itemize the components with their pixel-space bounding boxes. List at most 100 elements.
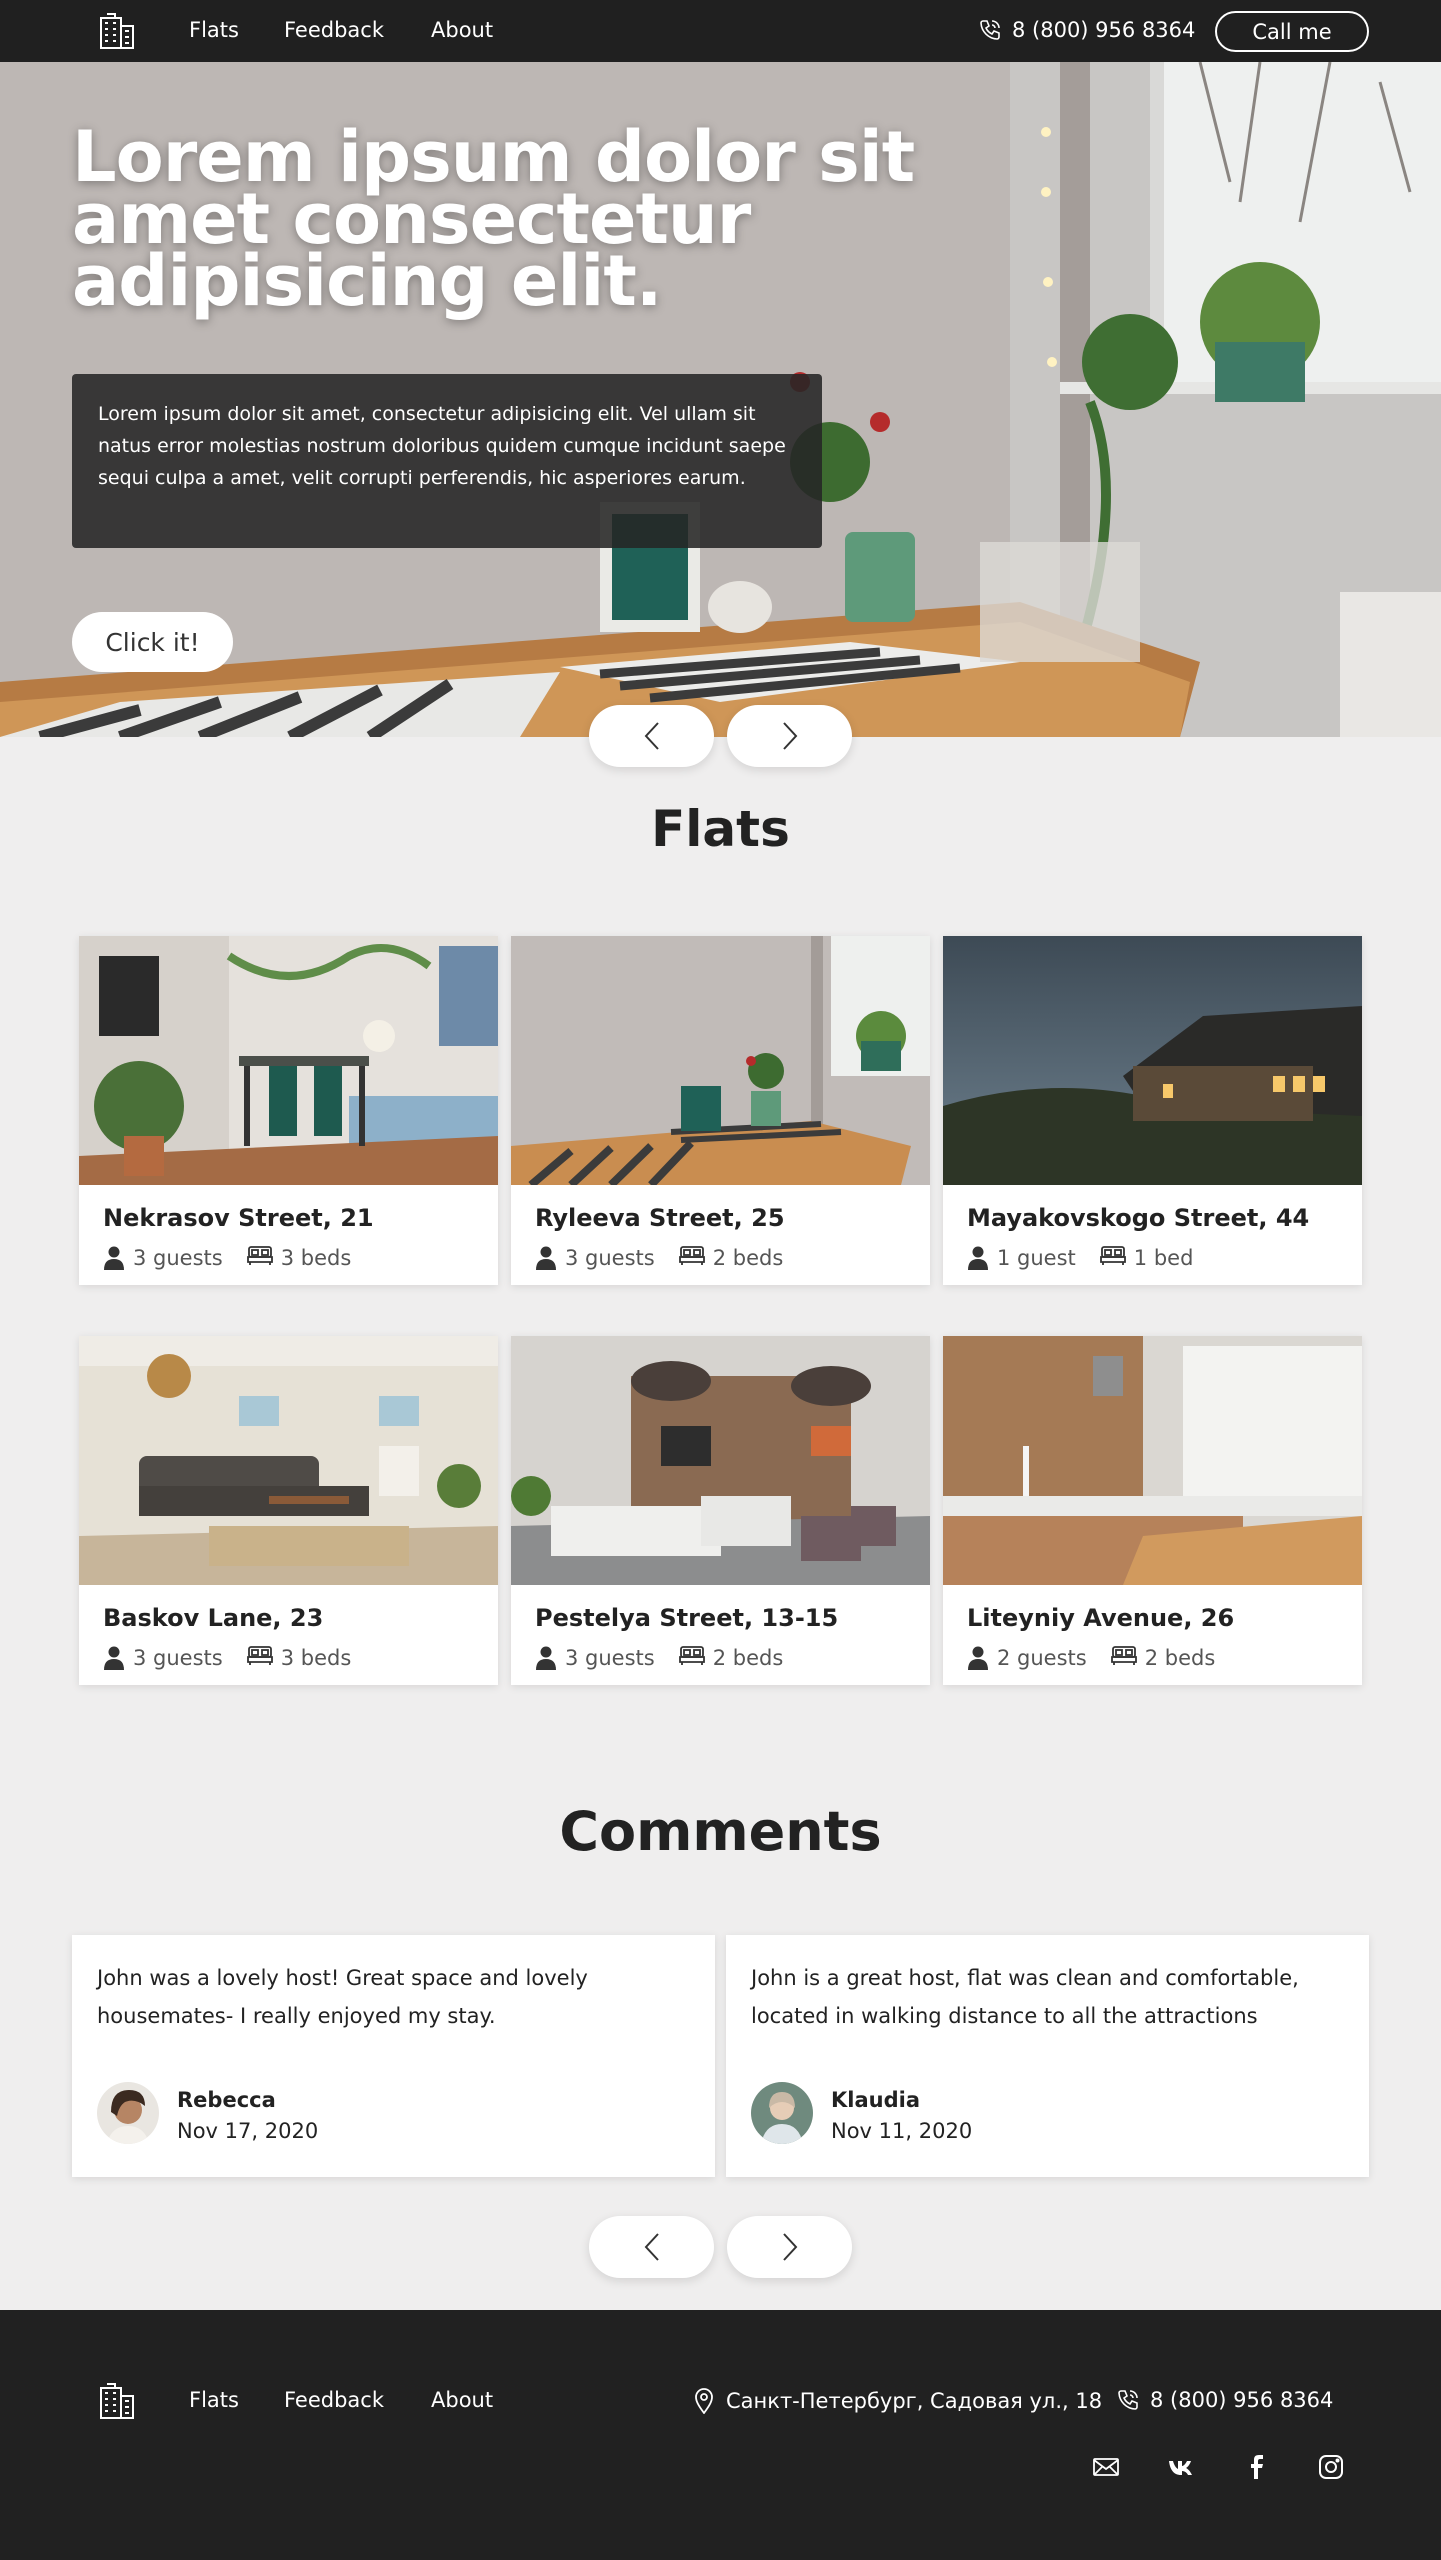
vk-icon (1169, 2461, 1192, 2475)
building-logo-icon[interactable] (97, 2382, 137, 2420)
avatar (751, 2082, 813, 2144)
flat-address: Liteyniy Avenue, 26 (967, 1604, 1235, 1632)
bed-icon (246, 1646, 273, 1665)
chevron-left-icon (644, 2233, 659, 2261)
guest-count: 3 guests (565, 1245, 655, 1270)
guest-count: 3 guests (133, 1645, 223, 1670)
guest-icon (536, 1646, 556, 1670)
flat-card[interactable]: Nekrasov Street, 21 3 guests 3 beds (79, 936, 498, 1285)
flat-photo (79, 1336, 498, 1585)
comment-author: Rebecca (177, 2088, 276, 2112)
flat-address: Mayakovskogo Street, 44 (967, 1204, 1310, 1232)
flat-card[interactable]: Liteyniy Avenue, 26 2 guests 2 beds (943, 1336, 1362, 1685)
flat-photo (943, 936, 1362, 1185)
facebook-icon (1251, 2455, 1263, 2479)
bed-count: 2 beds (1144, 1645, 1216, 1670)
bed-count: 2 beds (712, 1245, 784, 1270)
flat-meta: 2 guests 2 beds (967, 1644, 1215, 1671)
chevron-right-icon (782, 722, 797, 750)
mail-icon (1093, 2458, 1119, 2476)
bed-icon (678, 1246, 705, 1265)
comments-prev-button[interactable] (589, 2216, 714, 2278)
comments-section-title: Comments (559, 1800, 882, 1863)
flat-card[interactable]: Mayakovskogo Street, 44 1 guest 1 bed (943, 936, 1362, 1285)
vk-link[interactable] (1166, 2452, 1196, 2482)
flat-meta: 1 guest 1 bed (967, 1244, 1193, 1271)
footer-link-flats[interactable]: Flats (189, 2388, 239, 2412)
bed-icon (246, 1246, 273, 1265)
flat-meta: 3 guests 2 beds (535, 1644, 783, 1671)
footer-link-feedback[interactable]: Feedback (284, 2388, 384, 2412)
phone-number: 8 (800) 956 8364 (1150, 2388, 1334, 2412)
avatar (97, 2082, 159, 2144)
bed-count: 2 beds (712, 1645, 784, 1670)
facebook-link[interactable] (1241, 2452, 1271, 2482)
footer-address: Санкт-Петербург, Садовая ул., 18 (694, 2388, 1102, 2414)
chevron-right-icon (782, 2233, 797, 2261)
mail-link[interactable] (1091, 2452, 1121, 2482)
comment-text: John is a great host, flat was clean and… (751, 1966, 1299, 2028)
bed-icon (1099, 1246, 1126, 1265)
flat-card[interactable]: Baskov Lane, 23 3 guests 3 beds (79, 1336, 498, 1685)
comment-card: John is a great host, flat was clean and… (726, 1935, 1369, 2177)
guest-count: 2 guests (997, 1645, 1087, 1670)
flat-photo (511, 1336, 930, 1585)
comment-author: Klaudia (831, 2088, 920, 2112)
instagram-icon (1319, 2455, 1343, 2479)
nav-link-about[interactable]: About (431, 18, 493, 42)
site-footer: Flats Feedback About Санкт-Петербург, Са… (0, 2310, 1441, 2560)
nav-link-feedback[interactable]: Feedback (284, 18, 384, 42)
flat-address: Baskov Lane, 23 (103, 1604, 324, 1632)
bed-count: 3 beds (280, 1245, 352, 1270)
flat-card[interactable]: Pestelya Street, 13-15 3 guests 2 beds (511, 1336, 930, 1685)
flat-address: Ryleeva Street, 25 (535, 1204, 785, 1232)
comment-card: John was a lovely host! Great space and … (72, 1935, 715, 2177)
chevron-left-icon (644, 722, 659, 750)
hero-prev-button[interactable] (589, 705, 714, 767)
guest-count: 3 guests (133, 1245, 223, 1270)
flats-section-title: Flats (651, 800, 790, 858)
phone-number: 8 (800) 956 8364 (1012, 18, 1196, 42)
address-text: Санкт-Петербург, Садовая ул., 18 (726, 2389, 1103, 2413)
bed-count: 1 bed (1133, 1245, 1194, 1270)
flat-card[interactable]: Ryleeva Street, 25 3 guests 2 beds (511, 936, 930, 1285)
phone-icon (1118, 2390, 1138, 2410)
call-me-button[interactable]: Call me (1215, 11, 1369, 52)
flat-meta: 3 guests 3 beds (103, 1244, 351, 1271)
flat-meta: 3 guests 2 beds (535, 1244, 783, 1271)
instagram-link[interactable] (1316, 2452, 1346, 2482)
site-header: Flats Feedback About 8 (800) 956 8364 Ca… (0, 0, 1441, 62)
header-phone[interactable]: 8 (800) 956 8364 (978, 17, 1195, 43)
guest-icon (536, 1246, 556, 1270)
guest-icon (968, 1246, 988, 1270)
hero-banner: Lorem ipsum dolor sit amet consectetur a… (0, 62, 1441, 737)
comment-text: John was a lovely host! Great space and … (97, 1966, 588, 2028)
location-pin-icon (695, 2388, 713, 2414)
guest-count: 3 guests (565, 1645, 655, 1670)
bed-count: 3 beds (280, 1645, 352, 1670)
guest-icon (104, 1246, 124, 1270)
phone-icon (980, 20, 1000, 40)
bed-icon (1110, 1646, 1137, 1665)
guest-icon (968, 1646, 988, 1670)
flat-address: Pestelya Street, 13-15 (535, 1604, 839, 1632)
flat-meta: 3 guests 3 beds (103, 1644, 351, 1671)
guest-count: 1 guest (997, 1245, 1076, 1270)
hero-title: Lorem ipsum dolor sit amet consectetur a… (72, 116, 915, 322)
comment-date: Nov 11, 2020 (831, 2119, 973, 2143)
flat-photo (79, 936, 498, 1185)
hero-next-button[interactable] (727, 705, 852, 767)
flat-photo (511, 936, 930, 1185)
comments-next-button[interactable] (727, 2216, 852, 2278)
flat-photo (943, 1336, 1362, 1585)
footer-phone[interactable]: 8 (800) 956 8364 (1116, 2387, 1333, 2413)
footer-link-about[interactable]: About (431, 2388, 493, 2412)
guest-icon (104, 1646, 124, 1670)
nav-link-flats[interactable]: Flats (189, 18, 239, 42)
flat-address: Nekrasov Street, 21 (103, 1204, 374, 1232)
hero-description: Lorem ipsum dolor sit amet, consectetur … (72, 374, 822, 548)
bed-icon (678, 1646, 705, 1665)
comment-date: Nov 17, 2020 (177, 2119, 319, 2143)
hero-click-button[interactable]: Click it! (72, 612, 233, 672)
building-logo-icon[interactable] (97, 12, 137, 50)
